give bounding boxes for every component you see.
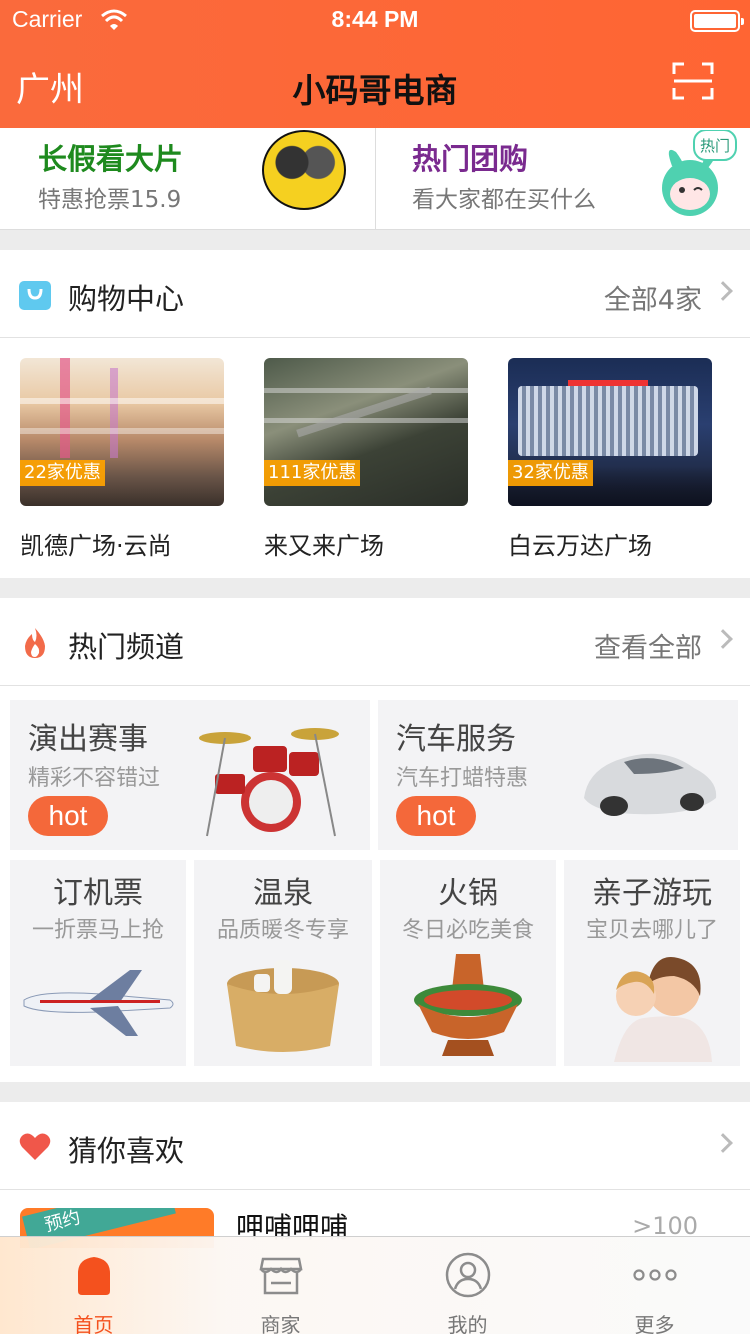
channel-hotpot[interactable]: 火锅 冬日必吃美食 xyxy=(380,860,556,1066)
view-all-channels-link[interactable]: 查看全部 xyxy=(594,626,702,665)
movie-poster-image xyxy=(262,130,346,210)
tab-shops[interactable]: 商家 xyxy=(187,1237,374,1334)
discount-badge: 32家优惠 xyxy=(508,460,593,486)
flame-icon xyxy=(25,628,45,658)
tab-label: 我的 xyxy=(447,1313,488,1334)
more-icon xyxy=(633,1269,677,1281)
tab-label: 首页 xyxy=(73,1313,114,1334)
promo-subtitle: 看大家都在买什么 xyxy=(412,187,596,213)
channel-title: 亲子游玩 xyxy=(592,876,712,911)
status-bar: Carrier 8:44 PM xyxy=(0,0,750,40)
drum-kit-image xyxy=(199,728,339,837)
guess-you-like-header[interactable]: 猜你喜欢 xyxy=(0,1102,750,1190)
chevron-right-icon xyxy=(713,1133,733,1153)
mall-photo: 111家优惠 xyxy=(264,358,468,506)
section-title: 猜你喜欢 xyxy=(68,1134,185,1168)
tab-profile[interactable]: 我的 xyxy=(374,1237,561,1334)
mall-photo: 32家优惠 xyxy=(508,358,712,506)
tab-home[interactable]: 首页 xyxy=(0,1237,187,1334)
discount-badge: 22家优惠 xyxy=(20,460,105,486)
hotpot-image xyxy=(414,954,522,1056)
channel-subtitle: 精彩不容错过 xyxy=(28,766,161,791)
channel-car-service[interactable]: 汽车服务 汽车打蜡特惠 hot xyxy=(378,700,738,850)
shopping-center-header[interactable]: 购物中心 全部4家 xyxy=(0,250,750,338)
discount-badge: 111家优惠 xyxy=(264,460,361,486)
channel-title: 汽车服务 xyxy=(396,722,516,757)
sports-car-image xyxy=(584,753,717,816)
mall-name: 白云万达广场 xyxy=(508,532,652,560)
hot-badge: hot xyxy=(396,796,476,836)
nav-bar: Carrier 8:44 PM 广州 小码哥电商 xyxy=(0,0,750,128)
shop-icon xyxy=(259,1257,303,1295)
channel-subtitle: 宝贝去哪儿了 xyxy=(585,918,718,943)
mall-name: 凯德广场·云尚 xyxy=(20,532,172,560)
airplane-image xyxy=(23,970,174,1036)
battery-icon xyxy=(690,10,744,32)
mall-photo: 22家优惠 xyxy=(20,358,224,506)
mall-name: 来又来广场 xyxy=(264,532,384,560)
mascot-image: 热门 xyxy=(662,130,737,216)
tab-label: 更多 xyxy=(634,1313,675,1334)
promo-subtitle: 特惠抢票15.9 xyxy=(38,187,182,213)
channel-subtitle: 品质暖冬专享 xyxy=(216,918,349,943)
channel-title: 温泉 xyxy=(253,876,313,911)
promo-strip: 长假看大片 特惠抢票15.9 热门团购 看大家都在买什么 热门 xyxy=(0,128,750,230)
mascot-bubble-text: 热门 xyxy=(700,137,730,155)
view-all-malls-link[interactable]: 全部4家 xyxy=(604,278,702,317)
channel-subtitle: 汽车打蜡特惠 xyxy=(396,766,529,791)
tab-label: 商家 xyxy=(260,1313,301,1334)
channel-title: 火锅 xyxy=(438,876,498,911)
section-title: 购物中心 xyxy=(68,282,185,316)
hot-channels-header[interactable]: 热门频道 查看全部 xyxy=(0,598,750,686)
tab-more[interactable]: 更多 xyxy=(561,1237,748,1334)
tab-bar: 首页 商家 我的 更多 xyxy=(0,1236,750,1334)
channel-flights[interactable]: 订机票 一折票马上抢 xyxy=(10,860,186,1066)
mother-child-image xyxy=(614,957,712,1062)
promo-group-buy[interactable]: 热门团购 看大家都在买什么 热门 xyxy=(375,128,750,230)
hot-channels-section: 热门频道 查看全部 演出赛事 精彩不容错过 hot 汽车服务 汽车打蜡特惠 ho… xyxy=(0,598,750,1082)
mall-card[interactable]: 111家优惠 来又来广场 xyxy=(264,358,468,561)
section-title: 热门频道 xyxy=(68,630,185,664)
channel-performance[interactable]: 演出赛事 精彩不容错过 hot xyxy=(10,700,370,850)
shopping-center-section: 购物中心 全部4家 22家优惠 凯德广场·云尚 111家优惠 来又来广场 32家… xyxy=(0,250,750,578)
wooden-tub-image xyxy=(227,960,339,1052)
channel-title: 订机票 xyxy=(53,876,143,911)
channel-title: 演出赛事 xyxy=(28,722,148,757)
promo-title: 长假看大片 xyxy=(38,142,184,176)
chevron-right-icon xyxy=(713,281,733,301)
heart-icon xyxy=(19,1133,51,1160)
hot-badge: hot xyxy=(28,796,108,836)
channel-subtitle: 冬日必吃美食 xyxy=(401,918,534,943)
page-title: 小码哥电商 xyxy=(292,71,458,110)
promo-movie[interactable]: 长假看大片 特惠抢票15.9 xyxy=(0,128,374,230)
shopping-bag-icon xyxy=(19,281,51,310)
promo-title: 热门团购 xyxy=(412,142,529,176)
channel-family[interactable]: 亲子游玩 宝贝去哪儿了 xyxy=(564,860,740,1066)
channel-hot-spring[interactable]: 温泉 品质暖冬专享 xyxy=(194,860,372,1066)
mall-card[interactable]: 32家优惠 白云万达广场 xyxy=(508,358,712,561)
channel-subtitle: 一折票马上抢 xyxy=(31,918,164,943)
status-time: 8:44 PM xyxy=(331,6,419,32)
scan-icon[interactable] xyxy=(672,62,714,100)
mall-card[interactable]: 22家优惠 凯德广场·云尚 xyxy=(20,358,224,561)
profile-icon xyxy=(445,1252,491,1298)
chevron-right-icon xyxy=(713,629,733,649)
home-icon xyxy=(78,1257,110,1295)
